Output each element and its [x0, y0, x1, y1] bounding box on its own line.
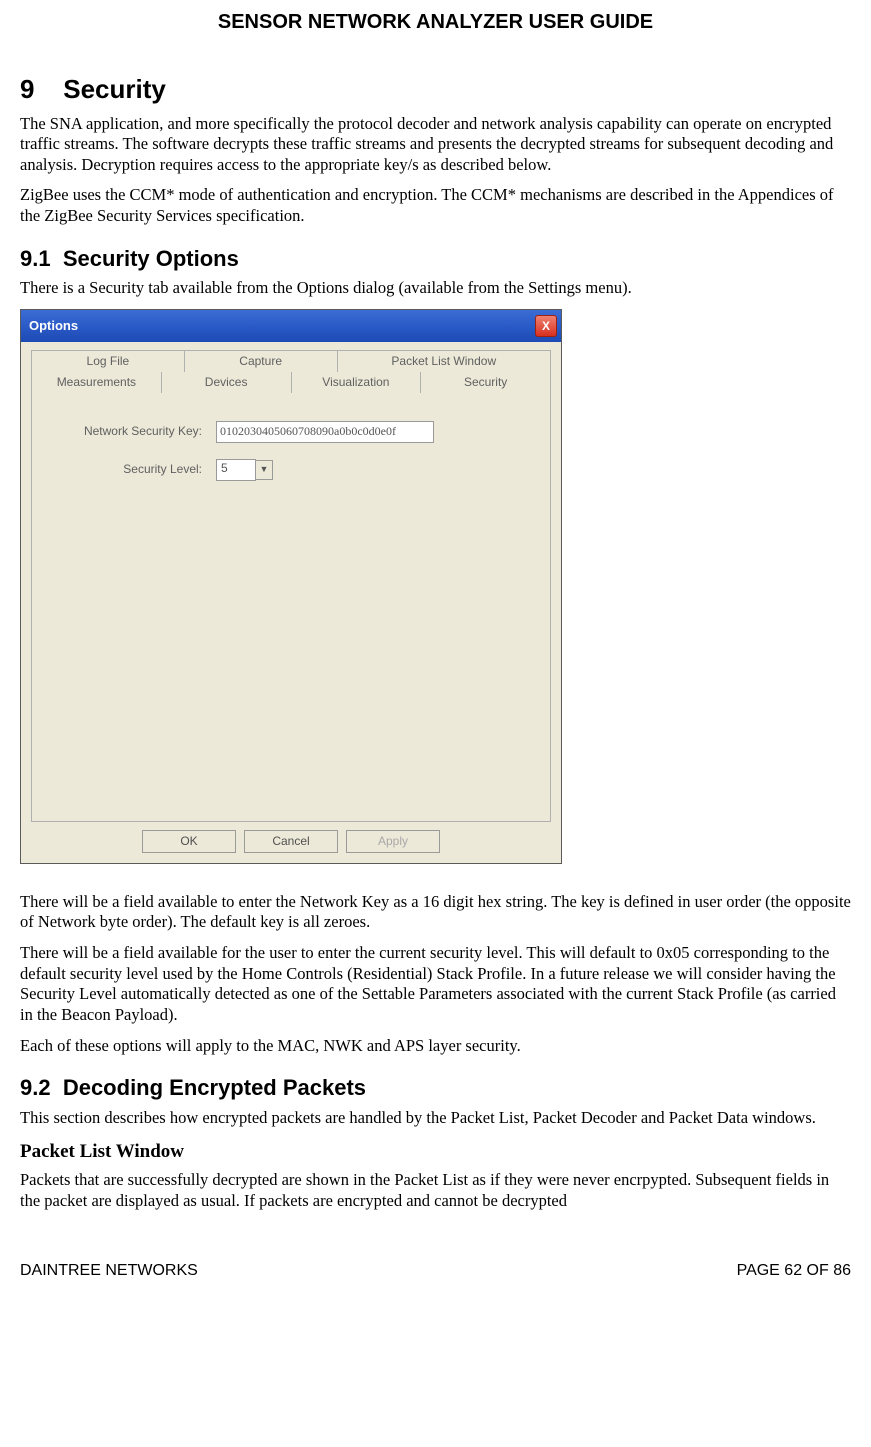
tab-capture[interactable]: Capture — [185, 350, 338, 372]
tab-log-file[interactable]: Log File — [31, 350, 185, 372]
tab-packet-list-window[interactable]: Packet List Window — [338, 350, 551, 372]
subsection-number: 9.2 — [20, 1075, 51, 1100]
body-paragraph: ZigBee uses the CCM* mode of authenticat… — [20, 185, 851, 226]
body-paragraph: Each of these options will apply to the … — [20, 1036, 851, 1057]
body-paragraph: There will be a field available for the … — [20, 943, 851, 1026]
body-paragraph: This section describes how encrypted pac… — [20, 1108, 851, 1129]
apply-button[interactable]: Apply — [346, 830, 440, 853]
section-number: 9 — [20, 73, 56, 106]
subsection-number: 9.1 — [20, 246, 51, 271]
body-paragraph: There will be a field available to enter… — [20, 892, 851, 933]
dialog-titlebar[interactable]: Options X — [21, 310, 561, 342]
ok-button[interactable]: OK — [142, 830, 236, 853]
network-key-label: Network Security Key: — [32, 424, 216, 439]
tab-visualization[interactable]: Visualization — [292, 372, 422, 393]
cancel-button[interactable]: Cancel — [244, 830, 338, 853]
security-level-value: 5 — [216, 459, 256, 481]
chevron-down-icon: ▼ — [256, 460, 273, 480]
body-paragraph: Packets that are successfully decrypted … — [20, 1170, 851, 1211]
tab-security[interactable]: Security — [421, 372, 551, 393]
security-level-label: Security Level: — [32, 462, 216, 477]
body-paragraph: There is a Security tab available from t… — [20, 278, 851, 299]
options-dialog: Options X Log File Capture Packet List W… — [20, 309, 562, 864]
tab-row: Measurements Devices Visualization Secur… — [31, 372, 551, 393]
subsection-heading: 9.1 Security Options — [20, 245, 851, 273]
footer-left: DAINTREE NETWORKS — [20, 1261, 198, 1281]
subsection-heading: 9.2 Decoding Encrypted Packets — [20, 1074, 851, 1102]
subsection-title: Decoding Encrypted Packets — [63, 1075, 366, 1100]
security-level-select[interactable]: 5 ▼ — [216, 459, 273, 481]
doc-title: SENSOR NETWORK ANALYZER USER GUIDE — [20, 10, 851, 35]
tab-devices[interactable]: Devices — [162, 372, 292, 393]
subsection-title: Security Options — [63, 246, 239, 271]
tab-measurements[interactable]: Measurements — [31, 372, 162, 393]
tab-row: Log File Capture Packet List Window — [31, 350, 551, 372]
dialog-title: Options — [29, 318, 78, 334]
section-title: Security — [63, 74, 166, 104]
footer-right: PAGE 62 OF 86 — [737, 1261, 851, 1281]
subsubsection-heading: Packet List Window — [20, 1140, 851, 1164]
body-paragraph: The SNA application, and more specifical… — [20, 114, 851, 176]
close-icon: X — [542, 320, 550, 332]
close-button[interactable]: X — [535, 315, 557, 337]
network-key-input[interactable] — [216, 421, 434, 443]
section-heading: 9 Security — [20, 73, 851, 106]
tab-panel-security: Network Security Key: Security Level: 5 … — [31, 393, 551, 822]
